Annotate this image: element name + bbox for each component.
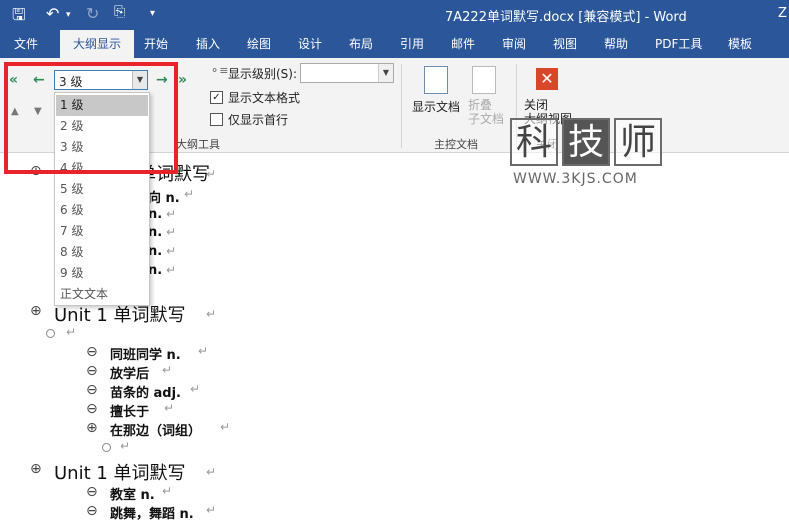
watermark-char: 师 [614, 118, 662, 166]
save-icon[interactable]: 🖫 [12, 4, 26, 31]
quick-access-icon[interactable]: ⎘ [114, 4, 125, 20]
demote-to-body-icon[interactable]: » [178, 72, 187, 88]
tab-mailings[interactable]: 邮件 [447, 30, 479, 58]
dropdown-option-level-6[interactable]: 6 级 [56, 200, 148, 221]
dropdown-option-level-9[interactable]: 9 级 [56, 263, 148, 284]
collapse-subdocs-icon[interactable] [472, 66, 496, 94]
collapse-icon[interactable]: ⊖ [86, 364, 98, 378]
outline-item[interactable]: n. [148, 207, 162, 222]
empty-paragraph-bullet[interactable] [46, 329, 55, 338]
collapse-icon[interactable]: ⊖ [86, 345, 98, 359]
watermark-url: WWW.3KJS.COM [513, 171, 638, 187]
outline-item[interactable]: 同班同学 n. [110, 344, 181, 363]
tab-review[interactable]: 审阅 [498, 30, 530, 58]
paragraph-mark: ↵ [166, 244, 177, 258]
outline-item[interactable]: 苗条的 adj. [110, 382, 181, 401]
document-title: 7A222单词默写.docx [兼容模式] - Word [445, 10, 687, 25]
expand-icon[interactable]: ⊕ [30, 304, 42, 318]
tab-insert[interactable]: 插入 [192, 30, 224, 58]
title-bar: 🖫 ↶ ▾ ↻ ⎘ ▾ 7A222单词默写.docx [兼容模式] - Word… [0, 0, 789, 30]
paragraph-mark: ↵ [206, 307, 217, 321]
dropdown-option-level-7[interactable]: 7 级 [56, 221, 148, 242]
redo-icon[interactable]: ↻ [86, 4, 99, 23]
paragraph-mark: ↵ [120, 439, 131, 453]
undo-dropdown-icon[interactable]: ▾ [66, 10, 71, 20]
user-initial[interactable]: Z [778, 6, 787, 21]
paragraph-mark: ↵ [206, 503, 217, 517]
master-document-group-label: 主控文档 [434, 138, 478, 151]
paragraph-mark: ↵ [220, 420, 231, 434]
show-level-icon: ⚬≡ [210, 64, 229, 77]
tab-help[interactable]: 帮助 [600, 30, 632, 58]
outline-tools-group-label: 大纲工具 [176, 138, 220, 151]
outline-item[interactable]: 在那边（词组） [110, 420, 201, 439]
dropdown-option-level-8[interactable]: 8 级 [56, 242, 148, 263]
tab-references[interactable]: 引用 [396, 30, 428, 58]
outline-item[interactable]: n. [148, 225, 162, 240]
paragraph-mark: ↵ [190, 382, 201, 396]
collapse-icon[interactable]: ⊖ [86, 402, 98, 416]
paragraph-mark: ↵ [162, 363, 173, 377]
outline-item[interactable]: 教室 n. [110, 484, 155, 503]
paragraph-mark: ↵ [66, 325, 77, 339]
dropdown-option-body-text[interactable]: 正文文本 [56, 284, 148, 305]
chevron-down-icon[interactable]: ▼ [378, 64, 393, 82]
paragraph-mark: ↵ [206, 465, 217, 479]
outline-item[interactable]: 擅长于 [110, 401, 149, 420]
paragraph-mark: ↵ [206, 167, 217, 181]
tab-templates[interactable]: 模板 [724, 30, 756, 58]
show-text-format-checkbox[interactable]: ✓ [210, 91, 223, 104]
show-document-icon[interactable] [424, 66, 448, 94]
outline-item[interactable]: n. [148, 244, 162, 259]
paragraph-mark: ↵ [184, 187, 195, 201]
show-text-format-label: 显示文本格式 [228, 91, 301, 105]
ribbon-tab-bar: 文件 大纲显示 开始 插入 绘图 设计 布局 引用 邮件 审阅 视图 帮助 PD… [0, 30, 789, 58]
outline-item[interactable]: 放学后 [110, 363, 149, 382]
show-document-button[interactable]: 显示文档 [412, 98, 460, 115]
tab-outline[interactable]: 大纲显示 [60, 30, 134, 58]
show-level-select[interactable]: ▼ [300, 63, 394, 83]
collapse-subdocs-button[interactable]: 折叠 子文档 [468, 98, 504, 126]
paragraph-mark: ↵ [162, 484, 173, 498]
collapse-icon[interactable]: ⊖ [86, 485, 98, 499]
tab-design[interactable]: 设计 [294, 30, 326, 58]
ribbon-separator [401, 64, 402, 148]
expand-icon[interactable]: ⊕ [86, 421, 98, 435]
outline-item[interactable]: 跳舞，舞蹈 n. [110, 503, 194, 522]
empty-paragraph-bullet[interactable] [102, 443, 111, 452]
show-level-label: 显示级别(S): [228, 67, 298, 81]
paragraph-mark: ↵ [166, 225, 177, 239]
tab-pdf-tools[interactable]: PDF工具 [651, 30, 706, 58]
show-first-line-checkbox[interactable] [210, 113, 223, 126]
paragraph-mark: ↵ [166, 207, 177, 221]
outline-item[interactable]: 向 n. [148, 187, 180, 206]
outline-item[interactable]: n. [148, 263, 162, 278]
show-first-line-label: 仅显示首行 [228, 113, 289, 127]
annotation-highlight-box [4, 62, 178, 174]
paragraph-mark: ↵ [198, 344, 209, 358]
tab-view[interactable]: 视图 [549, 30, 581, 58]
customize-toolbar-icon[interactable]: ▾ [150, 8, 155, 19]
outline-heading[interactable]: Unit 1 单词默写 [54, 459, 186, 485]
expand-icon[interactable]: ⊕ [30, 462, 42, 476]
paragraph-mark: ↵ [164, 401, 175, 415]
collapse-icon[interactable]: ⊖ [86, 383, 98, 397]
close-icon[interactable]: ✕ [536, 68, 558, 90]
dropdown-option-level-5[interactable]: 5 级 [56, 179, 148, 200]
tab-file[interactable]: 文件 [10, 30, 42, 58]
undo-icon[interactable]: ↶ [46, 4, 59, 23]
paragraph-mark: ↵ [166, 263, 177, 277]
tab-layout[interactable]: 布局 [345, 30, 377, 58]
tab-home[interactable]: 开始 [140, 30, 172, 58]
tab-draw[interactable]: 绘图 [243, 30, 275, 58]
collapse-icon[interactable]: ⊖ [86, 504, 98, 518]
watermark-char: 科 [510, 118, 558, 166]
watermark-char: 技 [562, 118, 610, 166]
